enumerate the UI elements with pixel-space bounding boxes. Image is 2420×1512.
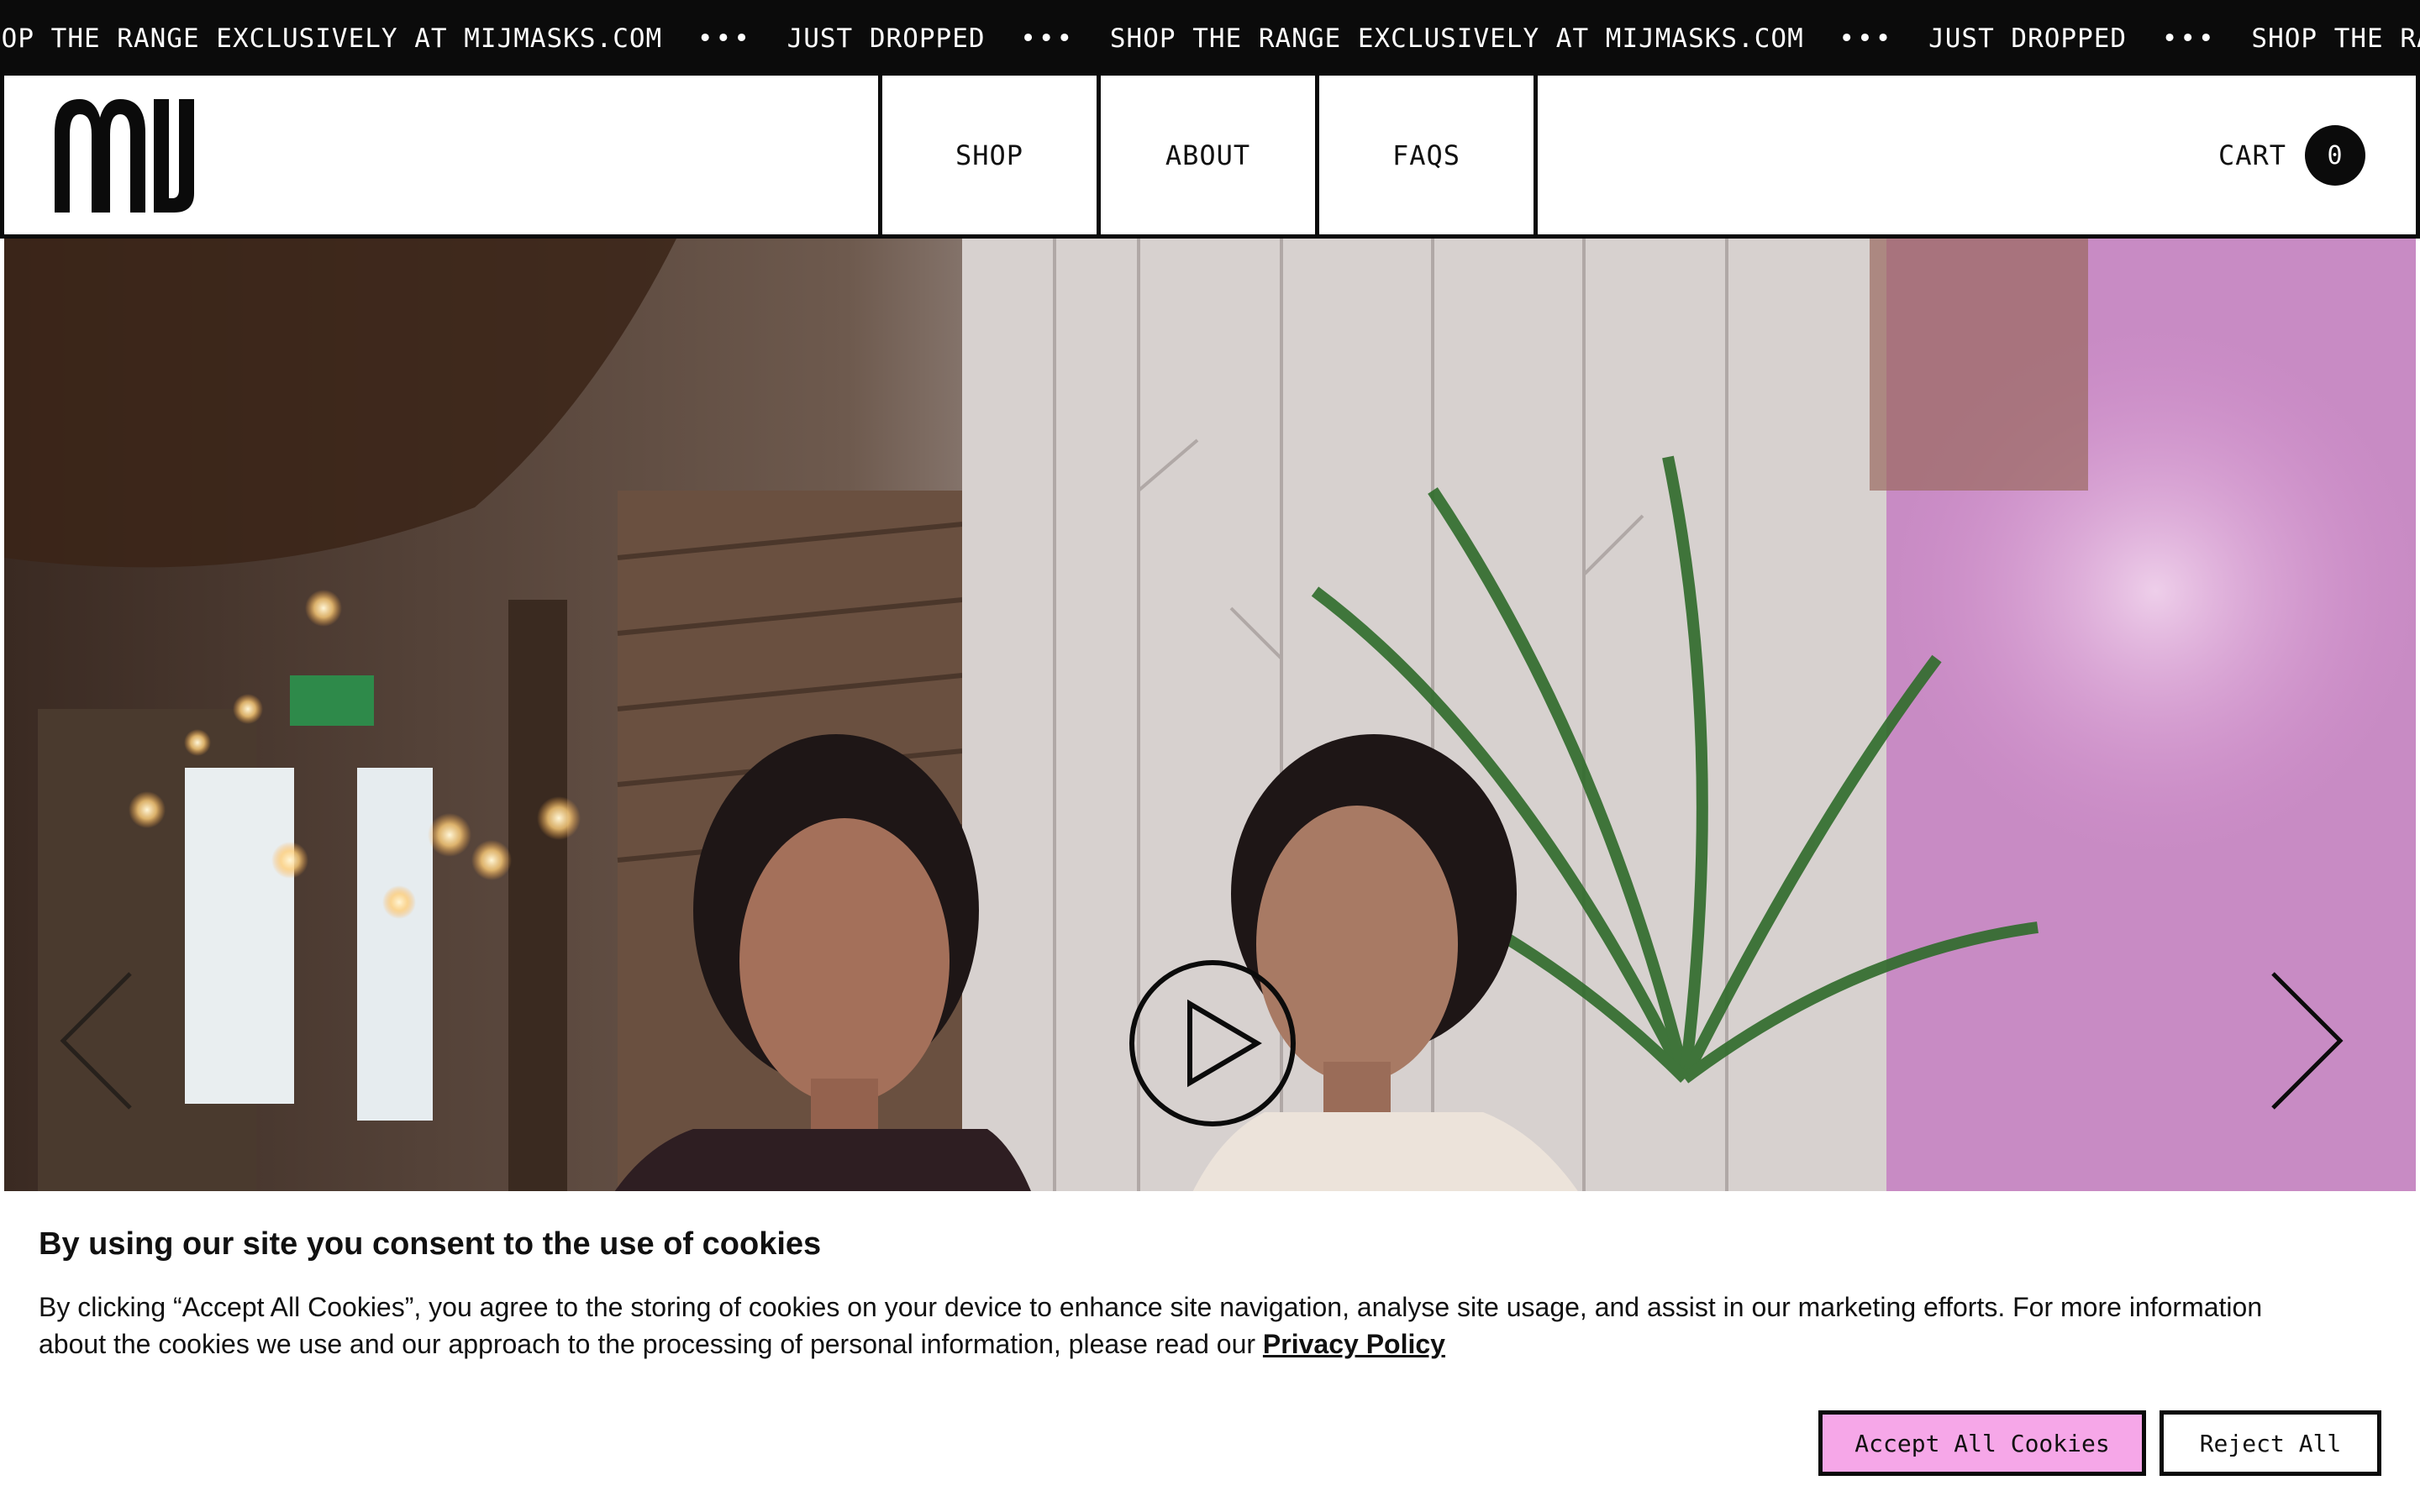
nav-about[interactable]: ABOUT	[1097, 76, 1315, 234]
ticker-item: SHOP THE RANGE EXCLUSIVELY AT MIJMASKS.C…	[1109, 24, 1804, 54]
chevron-left-icon[interactable]	[55, 969, 139, 1112]
announcement-ticker: HOP THE RANGE EXCLUSIVELY AT MIJMASKS.CO…	[0, 0, 2420, 71]
ticker-track: HOP THE RANGE EXCLUSIVELY AT MIJMASKS.CO…	[0, 0, 2420, 71]
ticker-item: SHOP THE RANGE EX	[2251, 24, 2420, 54]
cookie-description: By clicking “Accept All Cookies”, you ag…	[39, 1289, 2307, 1362]
site-header: SHOP ABOUT FAQS CART 0	[0, 71, 2420, 239]
privacy-policy-link[interactable]: Privacy Policy	[1263, 1329, 1445, 1359]
ticker-item: JUST DROPPED	[786, 24, 986, 54]
mij-logo[interactable]	[55, 99, 197, 213]
ticker-item: JUST DROPPED	[1928, 24, 2128, 54]
accept-all-cookies-button[interactable]: Accept All Cookies	[1818, 1410, 2146, 1476]
ticker-separator: •••	[1839, 24, 1894, 54]
nav-faqs[interactable]: FAQS	[1315, 76, 1534, 234]
nav-divider	[1534, 76, 1538, 234]
cookie-body-text: By clicking “Accept All Cookies”, you ag…	[39, 1292, 2263, 1359]
ticker-separator: •••	[2161, 24, 2217, 54]
cookie-title: By using our site you consent to the use…	[39, 1226, 822, 1262]
ticker-item: HOP THE RANGE EXCLUSIVELY AT MIJMASKS.CO…	[0, 24, 663, 54]
cart-button[interactable]: CART 0	[2218, 122, 2365, 189]
ticker-separator: •••	[697, 24, 752, 54]
play-icon[interactable]	[1127, 958, 1298, 1129]
cart-label: CART	[2217, 139, 2286, 171]
cart-count-badge: 0	[2305, 125, 2365, 186]
ticker-separator: •••	[1020, 24, 1076, 54]
reject-all-button[interactable]: Reject All	[2160, 1410, 2381, 1476]
nav-shop[interactable]: SHOP	[878, 76, 1097, 234]
cookie-banner: By using our site you consent to the use…	[4, 1191, 2416, 1512]
chevron-right-icon[interactable]	[2265, 969, 2349, 1112]
